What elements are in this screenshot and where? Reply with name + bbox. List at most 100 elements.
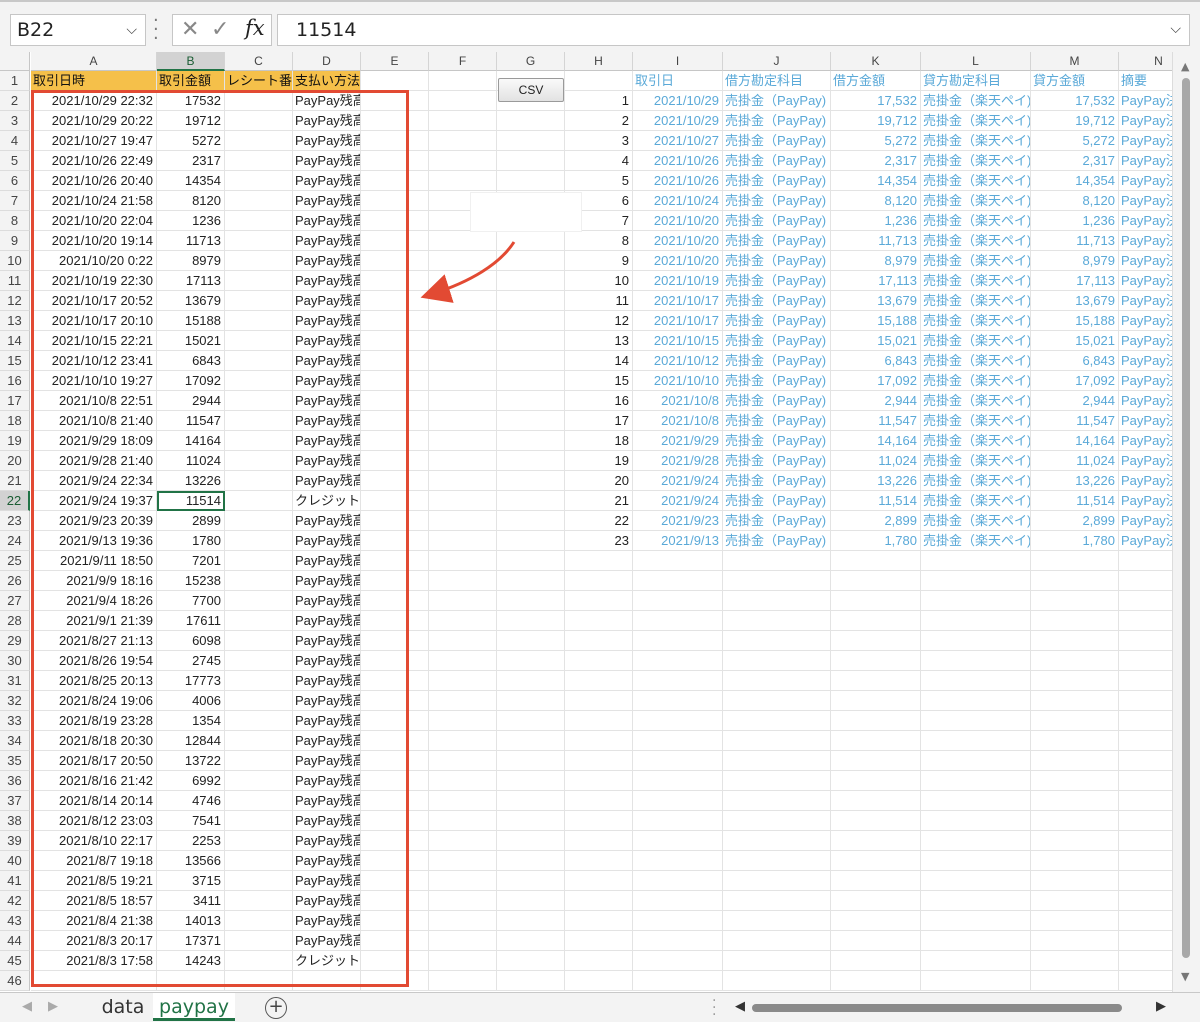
grid-cell[interactable] <box>1119 771 1172 791</box>
grid-cell[interactable] <box>429 571 497 591</box>
grid-cell[interactable] <box>497 611 565 631</box>
journal-cell[interactable]: 17,113 <box>1031 271 1119 291</box>
table-cell[interactable]: PayPay残高 <box>293 371 361 391</box>
grid-cell[interactable] <box>429 411 497 431</box>
journal-cell[interactable]: 17,532 <box>1031 91 1119 111</box>
grid-cell[interactable] <box>361 131 429 151</box>
table-cell[interactable]: 2021/10/27 19:47 <box>31 131 157 151</box>
grid-cell[interactable] <box>723 891 831 911</box>
table-cell[interactable] <box>225 171 293 191</box>
grid-cell[interactable] <box>497 371 565 391</box>
journal-cell[interactable]: 2021/10/29 <box>633 91 723 111</box>
grid-cell[interactable] <box>921 551 1031 571</box>
grid-cell[interactable] <box>1119 711 1172 731</box>
grid-cell[interactable] <box>565 851 633 871</box>
journal-cell[interactable]: PayPay決 <box>1119 371 1172 391</box>
grid-cell[interactable] <box>723 711 831 731</box>
grid-cell[interactable] <box>565 571 633 591</box>
grid-cell[interactable] <box>633 631 723 651</box>
journal-cell[interactable]: 1,236 <box>831 211 921 231</box>
grid-cell[interactable] <box>1031 791 1119 811</box>
journal-cell[interactable]: 売掛金（PayPay) <box>723 491 831 511</box>
table-cell[interactable]: 13226 <box>157 471 225 491</box>
table-cell[interactable]: 2253 <box>157 831 225 851</box>
grid-cell[interactable] <box>831 811 921 831</box>
journal-cell[interactable]: 売掛金（PayPay) <box>723 451 831 471</box>
grid-cell[interactable] <box>1119 951 1172 971</box>
grid-cell[interactable] <box>723 591 831 611</box>
journal-cell[interactable]: 売掛金（楽天ペイ) <box>921 411 1031 431</box>
row-header[interactable]: 2 <box>0 91 30 111</box>
grid-cell[interactable] <box>1031 551 1119 571</box>
table-cell[interactable] <box>225 531 293 551</box>
grid-cell[interactable] <box>921 931 1031 951</box>
grid-cell[interactable] <box>497 911 565 931</box>
journal-cell[interactable]: 15 <box>565 371 633 391</box>
grid-cell[interactable] <box>723 671 831 691</box>
row-header[interactable]: 14 <box>0 331 30 351</box>
grid-cell[interactable] <box>1119 651 1172 671</box>
table-cell[interactable]: 2021/8/5 18:57 <box>31 891 157 911</box>
grid-cell[interactable] <box>565 891 633 911</box>
row-header[interactable]: 21 <box>0 471 30 491</box>
grid-cell[interactable] <box>633 671 723 691</box>
grid-cell[interactable] <box>429 151 497 171</box>
grid-cell[interactable] <box>497 331 565 351</box>
table-cell[interactable]: 1780 <box>157 531 225 551</box>
journal-cell[interactable]: 売掛金（楽天ペイ) <box>921 471 1031 491</box>
grid-cell[interactable] <box>361 371 429 391</box>
table-cell[interactable] <box>225 431 293 451</box>
grid-cell[interactable] <box>565 551 633 571</box>
journal-cell[interactable]: 2021/10/19 <box>633 271 723 291</box>
journal-cell[interactable]: 売掛金（PayPay) <box>723 351 831 371</box>
expand-formula-icon[interactable]: ⌵ <box>1170 21 1181 37</box>
journal-cell[interactable]: 15,021 <box>1031 331 1119 351</box>
journal-cell[interactable]: 20 <box>565 471 633 491</box>
journal-cell[interactable]: 6,843 <box>1031 351 1119 371</box>
grid-cell[interactable] <box>361 731 429 751</box>
grid-cell[interactable] <box>1119 671 1172 691</box>
table-cell[interactable] <box>225 111 293 131</box>
cancel-icon[interactable]: ✕ <box>181 17 199 42</box>
column-header-k[interactable]: K <box>831 52 921 71</box>
journal-cell[interactable]: 21 <box>565 491 633 511</box>
table-cell[interactable]: 2021/8/26 19:54 <box>31 651 157 671</box>
table-cell[interactable]: 2021/8/12 23:03 <box>31 811 157 831</box>
grid-cell[interactable] <box>921 731 1031 751</box>
grid-cell[interactable] <box>361 191 429 211</box>
grid-cell[interactable] <box>361 351 429 371</box>
row-header[interactable]: 15 <box>0 351 30 371</box>
grid-cell[interactable] <box>831 891 921 911</box>
insert-function-button[interactable]: fx <box>245 16 265 40</box>
table-cell[interactable]: PayPay残高 <box>293 851 361 871</box>
grid-cell[interactable] <box>497 811 565 831</box>
column-header-f[interactable]: F <box>429 52 497 71</box>
grid-cell[interactable] <box>921 851 1031 871</box>
grid-cell[interactable] <box>429 331 497 351</box>
table-cell[interactable]: 2021/10/20 22:04 <box>31 211 157 231</box>
right-table-header[interactable]: 貸方金額 <box>1031 71 1119 91</box>
grid-cell[interactable] <box>1031 731 1119 751</box>
left-table-header[interactable]: 支払い方法 <box>293 71 361 91</box>
table-cell[interactable]: 2021/8/7 19:18 <box>31 851 157 871</box>
grid-cell[interactable] <box>1031 811 1119 831</box>
grid-cell[interactable] <box>633 771 723 791</box>
table-cell[interactable]: 2021/9/1 21:39 <box>31 611 157 631</box>
grid-cell[interactable] <box>429 431 497 451</box>
grid-cell[interactable] <box>831 591 921 611</box>
grid-cell[interactable] <box>497 771 565 791</box>
journal-cell[interactable]: 1,780 <box>1031 531 1119 551</box>
grid-cell[interactable] <box>429 451 497 471</box>
grid-cell[interactable] <box>497 931 565 951</box>
journal-cell[interactable]: 19,712 <box>1031 111 1119 131</box>
journal-cell[interactable]: 10 <box>565 271 633 291</box>
grid-cell[interactable] <box>633 811 723 831</box>
journal-cell[interactable]: 売掛金（PayPay) <box>723 331 831 351</box>
grid-cell[interactable] <box>921 711 1031 731</box>
grid-cell[interactable] <box>361 931 429 951</box>
grid-cell[interactable] <box>429 711 497 731</box>
grid-cell[interactable] <box>723 931 831 951</box>
journal-cell[interactable]: 売掛金（PayPay) <box>723 271 831 291</box>
grid-cell[interactable] <box>1119 891 1172 911</box>
grid-cell[interactable] <box>723 571 831 591</box>
